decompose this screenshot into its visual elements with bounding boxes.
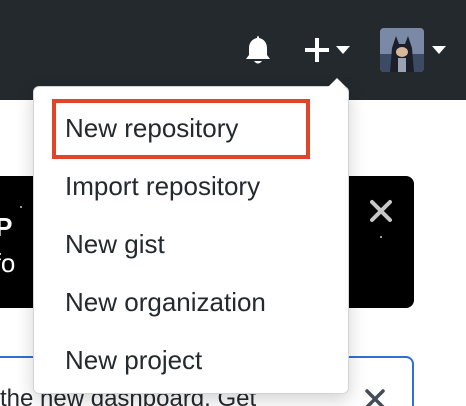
close-icon[interactable] bbox=[366, 196, 396, 226]
plus-icon bbox=[305, 38, 329, 62]
user-menu-button[interactable] bbox=[380, 28, 452, 72]
dropdown-arrow bbox=[328, 78, 346, 87]
close-icon[interactable] bbox=[360, 384, 390, 406]
chevron-down-icon bbox=[432, 46, 446, 54]
menu-item-new-gist[interactable]: New gist bbox=[34, 215, 348, 273]
top-navigation-bar bbox=[0, 0, 466, 100]
create-new-dropdown: New repository Import repository New gis… bbox=[33, 78, 349, 394]
create-new-button[interactable] bbox=[302, 32, 358, 68]
menu-item-new-project[interactable]: New project bbox=[34, 331, 348, 389]
promo-subtitle: o fo bbox=[0, 248, 16, 278]
bell-icon[interactable] bbox=[240, 32, 276, 68]
avatar bbox=[380, 28, 424, 72]
menu-item-new-organization[interactable]: New organization bbox=[34, 273, 348, 331]
promo-title: b P bbox=[0, 212, 13, 242]
menu-item-new-repository[interactable]: New repository bbox=[34, 99, 348, 157]
menu-item-import-repository[interactable]: Import repository bbox=[34, 157, 348, 215]
chevron-down-icon bbox=[336, 46, 350, 54]
